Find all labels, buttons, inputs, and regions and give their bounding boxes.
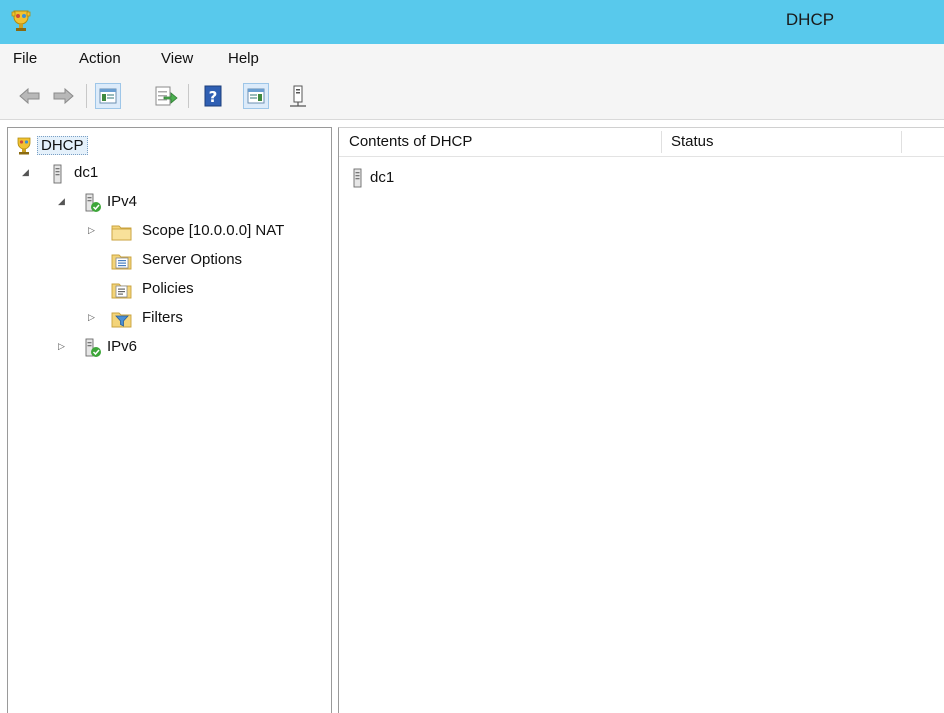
- menu-help[interactable]: Help: [228, 50, 259, 70]
- menu-view[interactable]: View: [161, 50, 193, 70]
- server-icon: [350, 168, 366, 188]
- tree-label-server-options: Server Options: [142, 251, 243, 268]
- window-title: DHCP: [785, 10, 835, 29]
- help-icon[interactable]: ?: [200, 83, 226, 109]
- server-icon[interactable]: [285, 83, 311, 109]
- collapse-arrow-icon[interactable]: ◢: [58, 197, 68, 209]
- dhcp-trophy-icon: [14, 136, 34, 156]
- tree-node-ipv6[interactable]: ▷ IPv6: [8, 336, 308, 360]
- tree-label-policies: Policies: [142, 280, 194, 297]
- tree-node-dhcp[interactable]: DHCP: [8, 134, 308, 158]
- tree-label-dhcp: DHCP: [37, 136, 88, 155]
- dhcp-console-window: DHCP File Action View Help ? DHCP ◢ dc1 …: [0, 0, 944, 713]
- filter-icon: [111, 309, 132, 329]
- server-icon: [48, 164, 68, 184]
- back-icon[interactable]: [17, 83, 43, 109]
- list-header: Contents of DHCP Status: [339, 128, 944, 157]
- list-item[interactable]: dc1: [339, 166, 944, 190]
- menu-file[interactable]: File: [13, 50, 37, 70]
- menu-action[interactable]: Action: [79, 50, 121, 70]
- server-options-icon: [111, 251, 132, 271]
- tree-node-policies[interactable]: Policies: [8, 278, 308, 302]
- show-hide-console-tree-icon[interactable]: [95, 83, 121, 109]
- tree-label-filters: Filters: [142, 309, 183, 326]
- svg-text:?: ?: [209, 88, 218, 106]
- expand-arrow-icon[interactable]: ▷: [88, 313, 98, 325]
- list-cell-name: dc1: [370, 169, 395, 186]
- toolbar-separator: [86, 84, 87, 108]
- dhcp-app-icon[interactable]: [10, 8, 32, 34]
- tree-node-dc1[interactable]: ◢ dc1: [8, 162, 308, 186]
- export-list-icon[interactable]: [152, 83, 178, 109]
- ipv6-server-check-icon: [82, 338, 102, 358]
- policies-icon: [111, 280, 132, 300]
- tree-node-filters[interactable]: ▷ Filters: [8, 307, 308, 331]
- toolbar: ?: [0, 75, 944, 120]
- column-header-status[interactable]: Status: [661, 128, 901, 156]
- toolbar-separator: [188, 84, 189, 108]
- tree-node-ipv4[interactable]: ◢ IPv4: [8, 191, 308, 215]
- tree-label-ipv6: IPv6: [107, 338, 138, 355]
- tree-label-scope: Scope [10.0.0.0] NAT: [142, 222, 285, 239]
- title-bar[interactable]: DHCP: [0, 0, 944, 44]
- column-divider[interactable]: [901, 131, 902, 153]
- expand-arrow-icon[interactable]: ▷: [58, 342, 68, 354]
- expand-arrow-icon[interactable]: ▷: [88, 226, 98, 238]
- tree-node-scope[interactable]: ▷ Scope [10.0.0.0] NAT: [8, 220, 328, 244]
- collapse-arrow-icon[interactable]: ◢: [22, 168, 32, 180]
- console-tree-pane[interactable]: DHCP ◢ dc1 ◢ IPv4 ▷ Scope [10.0.0.0] NAT…: [7, 127, 332, 713]
- column-header-contents[interactable]: Contents of DHCP: [339, 128, 661, 156]
- folder-icon: [111, 222, 132, 242]
- show-hide-action-pane-icon[interactable]: [243, 83, 269, 109]
- forward-icon[interactable]: [50, 83, 76, 109]
- ipv4-server-check-icon: [82, 193, 102, 213]
- menu-bar: File Action View Help: [0, 44, 944, 75]
- tree-node-server-options[interactable]: Server Options: [8, 249, 308, 273]
- tree-label-ipv4: IPv4: [107, 193, 138, 210]
- results-list-pane[interactable]: Contents of DHCP Status dc1: [338, 127, 944, 713]
- tree-label-dc1: dc1: [74, 164, 99, 181]
